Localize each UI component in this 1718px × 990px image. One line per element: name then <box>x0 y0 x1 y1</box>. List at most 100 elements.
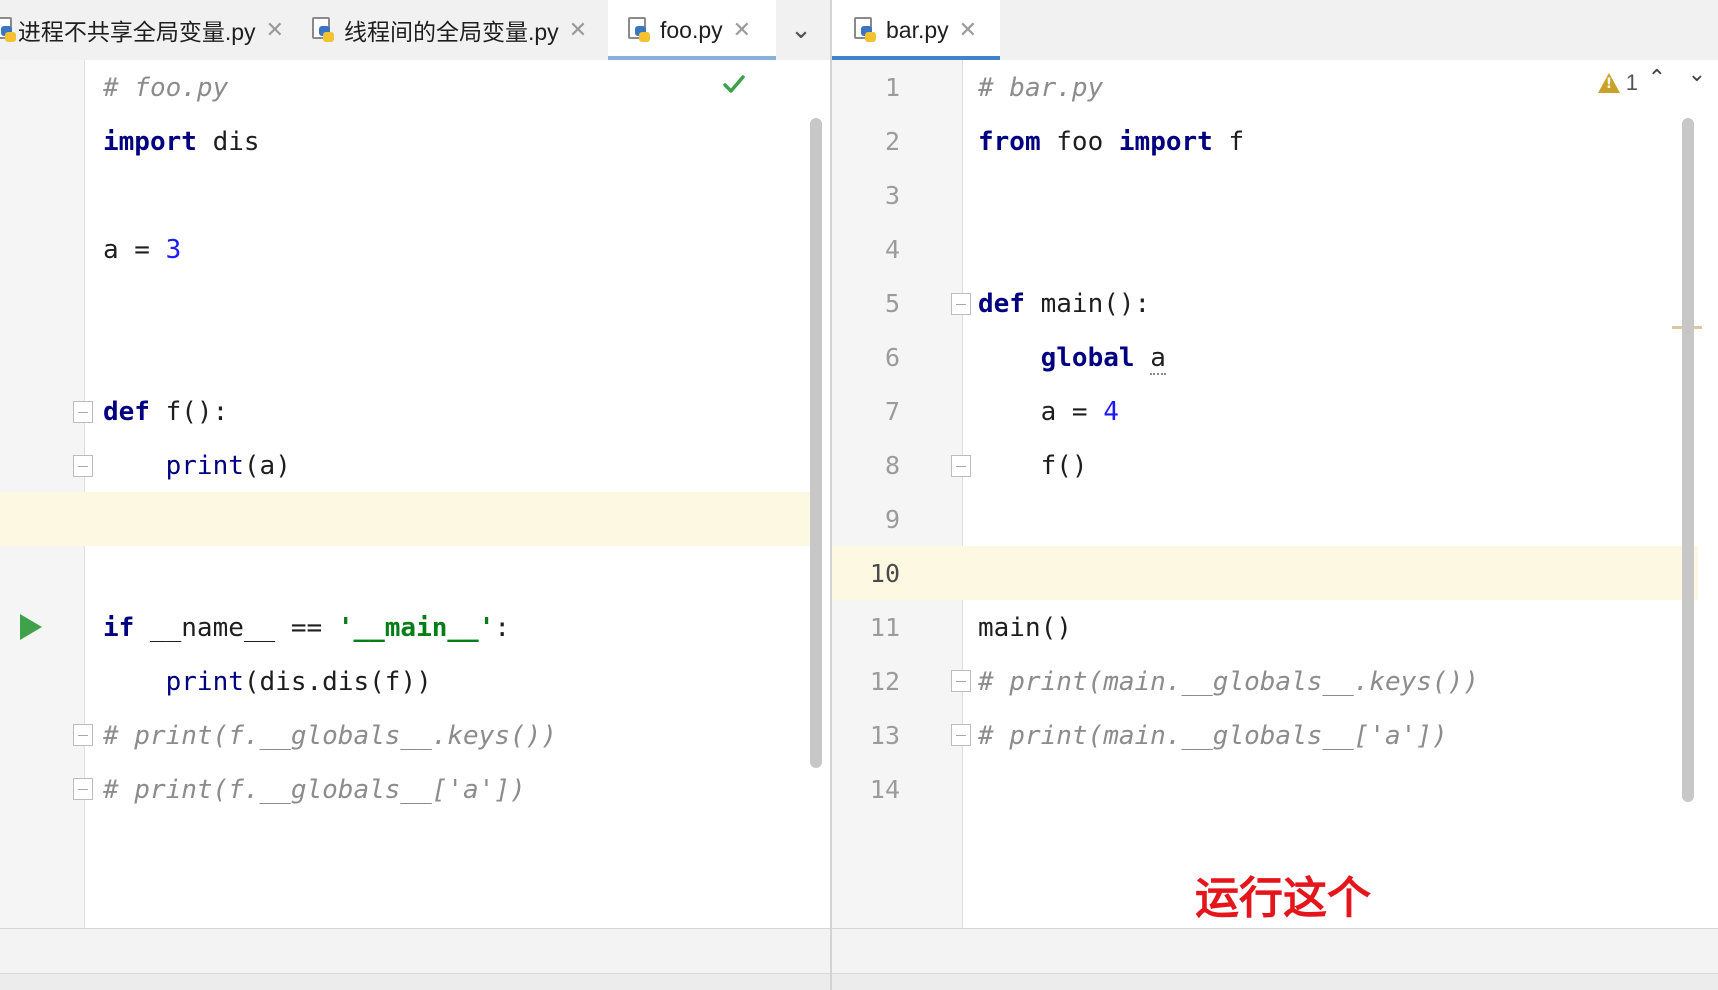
code-token: # print(main.__globals__['a']) <box>978 721 1448 751</box>
current-line-highlight <box>0 492 818 546</box>
code-line[interactable]: main() <box>978 601 1072 655</box>
tab-bar-py[interactable]: bar.py ✕ <box>832 0 1000 61</box>
code-line[interactable]: print(a) <box>103 439 291 493</box>
code-line[interactable]: print(dis.dis(f)) <box>103 655 432 709</box>
fold-marker-icon[interactable] <box>73 401 93 423</box>
code-line[interactable]: # print(main.__globals__['a']) <box>978 709 1448 763</box>
code-line[interactable]: a = 3 <box>103 223 181 277</box>
close-icon[interactable]: ✕ <box>569 18 587 43</box>
fold-marker-icon[interactable] <box>951 293 971 315</box>
code-line[interactable]: # foo.py <box>103 61 228 115</box>
code-token: a = <box>103 235 166 265</box>
code-token: global <box>1040 343 1135 373</box>
code-token: # print(f.__globals__.keys()) <box>103 721 557 751</box>
tab-label: foo.py <box>660 16 723 43</box>
code-token: __name__ == <box>134 613 338 643</box>
code-token: (a) <box>243 451 291 481</box>
warning-count: 1 <box>1625 70 1638 95</box>
run-icon[interactable] <box>20 614 42 640</box>
line-number: 3 <box>884 181 900 210</box>
left-editor-pane: 进程不共享全局变量.py ✕ 线程间的全局变量.py ✕ foo.py ✕ ⌄ … <box>0 0 830 990</box>
check-icon <box>723 75 745 93</box>
right-tab-bar: bar.py ✕ <box>832 0 1718 61</box>
code-token: print <box>165 451 244 481</box>
chevron-up-icon[interactable]: ⌃ <box>1648 66 1666 91</box>
fold-marker-icon[interactable] <box>951 670 971 692</box>
line-number: 9 <box>884 505 900 534</box>
code-token: import <box>103 127 197 157</box>
code-token: from <box>978 127 1041 157</box>
fold-marker-icon[interactable] <box>73 455 93 477</box>
line-number: 7 <box>884 397 900 426</box>
left-tab-bar: 进程不共享全局变量.py ✕ 线程间的全局变量.py ✕ foo.py ✕ ⌄ <box>0 0 830 61</box>
code-line[interactable]: a = 4 <box>978 385 1119 439</box>
scrollbar[interactable] <box>1682 118 1694 802</box>
code-token: a <box>1150 343 1166 375</box>
line-number: 2 <box>884 127 900 156</box>
code-line[interactable]: if __name__ == '__main__': <box>103 601 510 655</box>
code-token: 4 <box>1103 397 1119 427</box>
fold-marker-icon[interactable] <box>951 724 971 746</box>
close-icon[interactable]: ✕ <box>266 18 284 43</box>
python-file-icon <box>854 17 876 43</box>
fold-marker-icon[interactable] <box>73 724 93 746</box>
code-token: f() <box>978 451 1088 481</box>
line-number: 4 <box>884 235 900 264</box>
tab-label: 线程间的全局变量.py <box>344 19 559 45</box>
code-token: a = <box>978 397 1104 427</box>
code-token: main() <box>978 613 1072 643</box>
code-line[interactable]: # print(main.__globals__.keys()) <box>978 655 1479 709</box>
tab-foo-py[interactable]: foo.py ✕ <box>608 0 776 61</box>
scrollbar[interactable] <box>810 118 822 768</box>
right-status-strip <box>832 928 1718 990</box>
python-file-icon <box>628 17 650 43</box>
line-number: 10 <box>869 559 900 588</box>
code-line[interactable]: def f(): <box>103 385 228 439</box>
python-file-icon <box>0 17 16 43</box>
code-token: def <box>103 397 150 427</box>
tab-file-1[interactable]: 进程不共享全局变量.py ✕ <box>0 0 284 60</box>
line-number: 14 <box>869 775 900 804</box>
code-line[interactable]: # print(f.__globals__.keys()) <box>103 709 557 763</box>
code-line[interactable]: # bar.py <box>978 61 1103 115</box>
code-line[interactable]: def main(): <box>978 277 1150 331</box>
right-code-area[interactable] <box>963 60 1718 929</box>
warning-indicator[interactable]: 1 <box>1597 70 1638 96</box>
code-token: import <box>1118 127 1213 157</box>
code-token: print <box>165 667 244 697</box>
chevron-down-icon[interactable]: ⌄ <box>1688 62 1706 87</box>
annotation-text: 运行这个 <box>1195 873 1371 924</box>
line-number: 12 <box>869 667 900 696</box>
code-line[interactable]: import dis <box>103 115 260 169</box>
fold-marker-icon[interactable] <box>951 455 971 477</box>
line-number: 11 <box>869 613 900 642</box>
close-icon[interactable]: ✕ <box>959 18 977 43</box>
code-token: # bar.py <box>978 73 1104 103</box>
code-token: # print(f.__globals__['a']) <box>103 775 526 805</box>
code-line[interactable]: from foo import f <box>978 115 1244 169</box>
tab-label: 进程不共享全局变量.py <box>17 19 256 45</box>
fold-marker-icon[interactable] <box>73 778 93 800</box>
python-file-icon <box>312 17 334 43</box>
warning-icon <box>1597 73 1620 93</box>
code-token: def <box>978 289 1025 319</box>
code-token: (dis.dis(f)) <box>243 667 432 697</box>
line-number: 5 <box>884 289 900 318</box>
code-token: f <box>1212 127 1245 157</box>
line-number: 1 <box>884 73 900 102</box>
code-token: foo <box>1040 127 1119 157</box>
tab-label: bar.py <box>886 16 949 43</box>
line-number: 6 <box>884 343 900 372</box>
code-line[interactable]: global a <box>978 331 1166 385</box>
tab-file-2[interactable]: 线程间的全局变量.py ✕ <box>312 0 610 60</box>
code-line[interactable]: f() <box>978 439 1088 493</box>
right-editor-pane: bar.py ✕ 1 2 3 4 5 6 7 8 9 10 11 12 13 14 # bar.py fro… <box>832 0 1718 990</box>
code-token: f(): <box>149 397 229 427</box>
code-line[interactable]: # print(f.__globals__['a']) <box>103 763 526 817</box>
code-token: 3 <box>165 235 182 265</box>
close-icon[interactable]: ✕ <box>733 18 751 43</box>
chevron-down-icon[interactable]: ⌄ <box>776 0 826 60</box>
